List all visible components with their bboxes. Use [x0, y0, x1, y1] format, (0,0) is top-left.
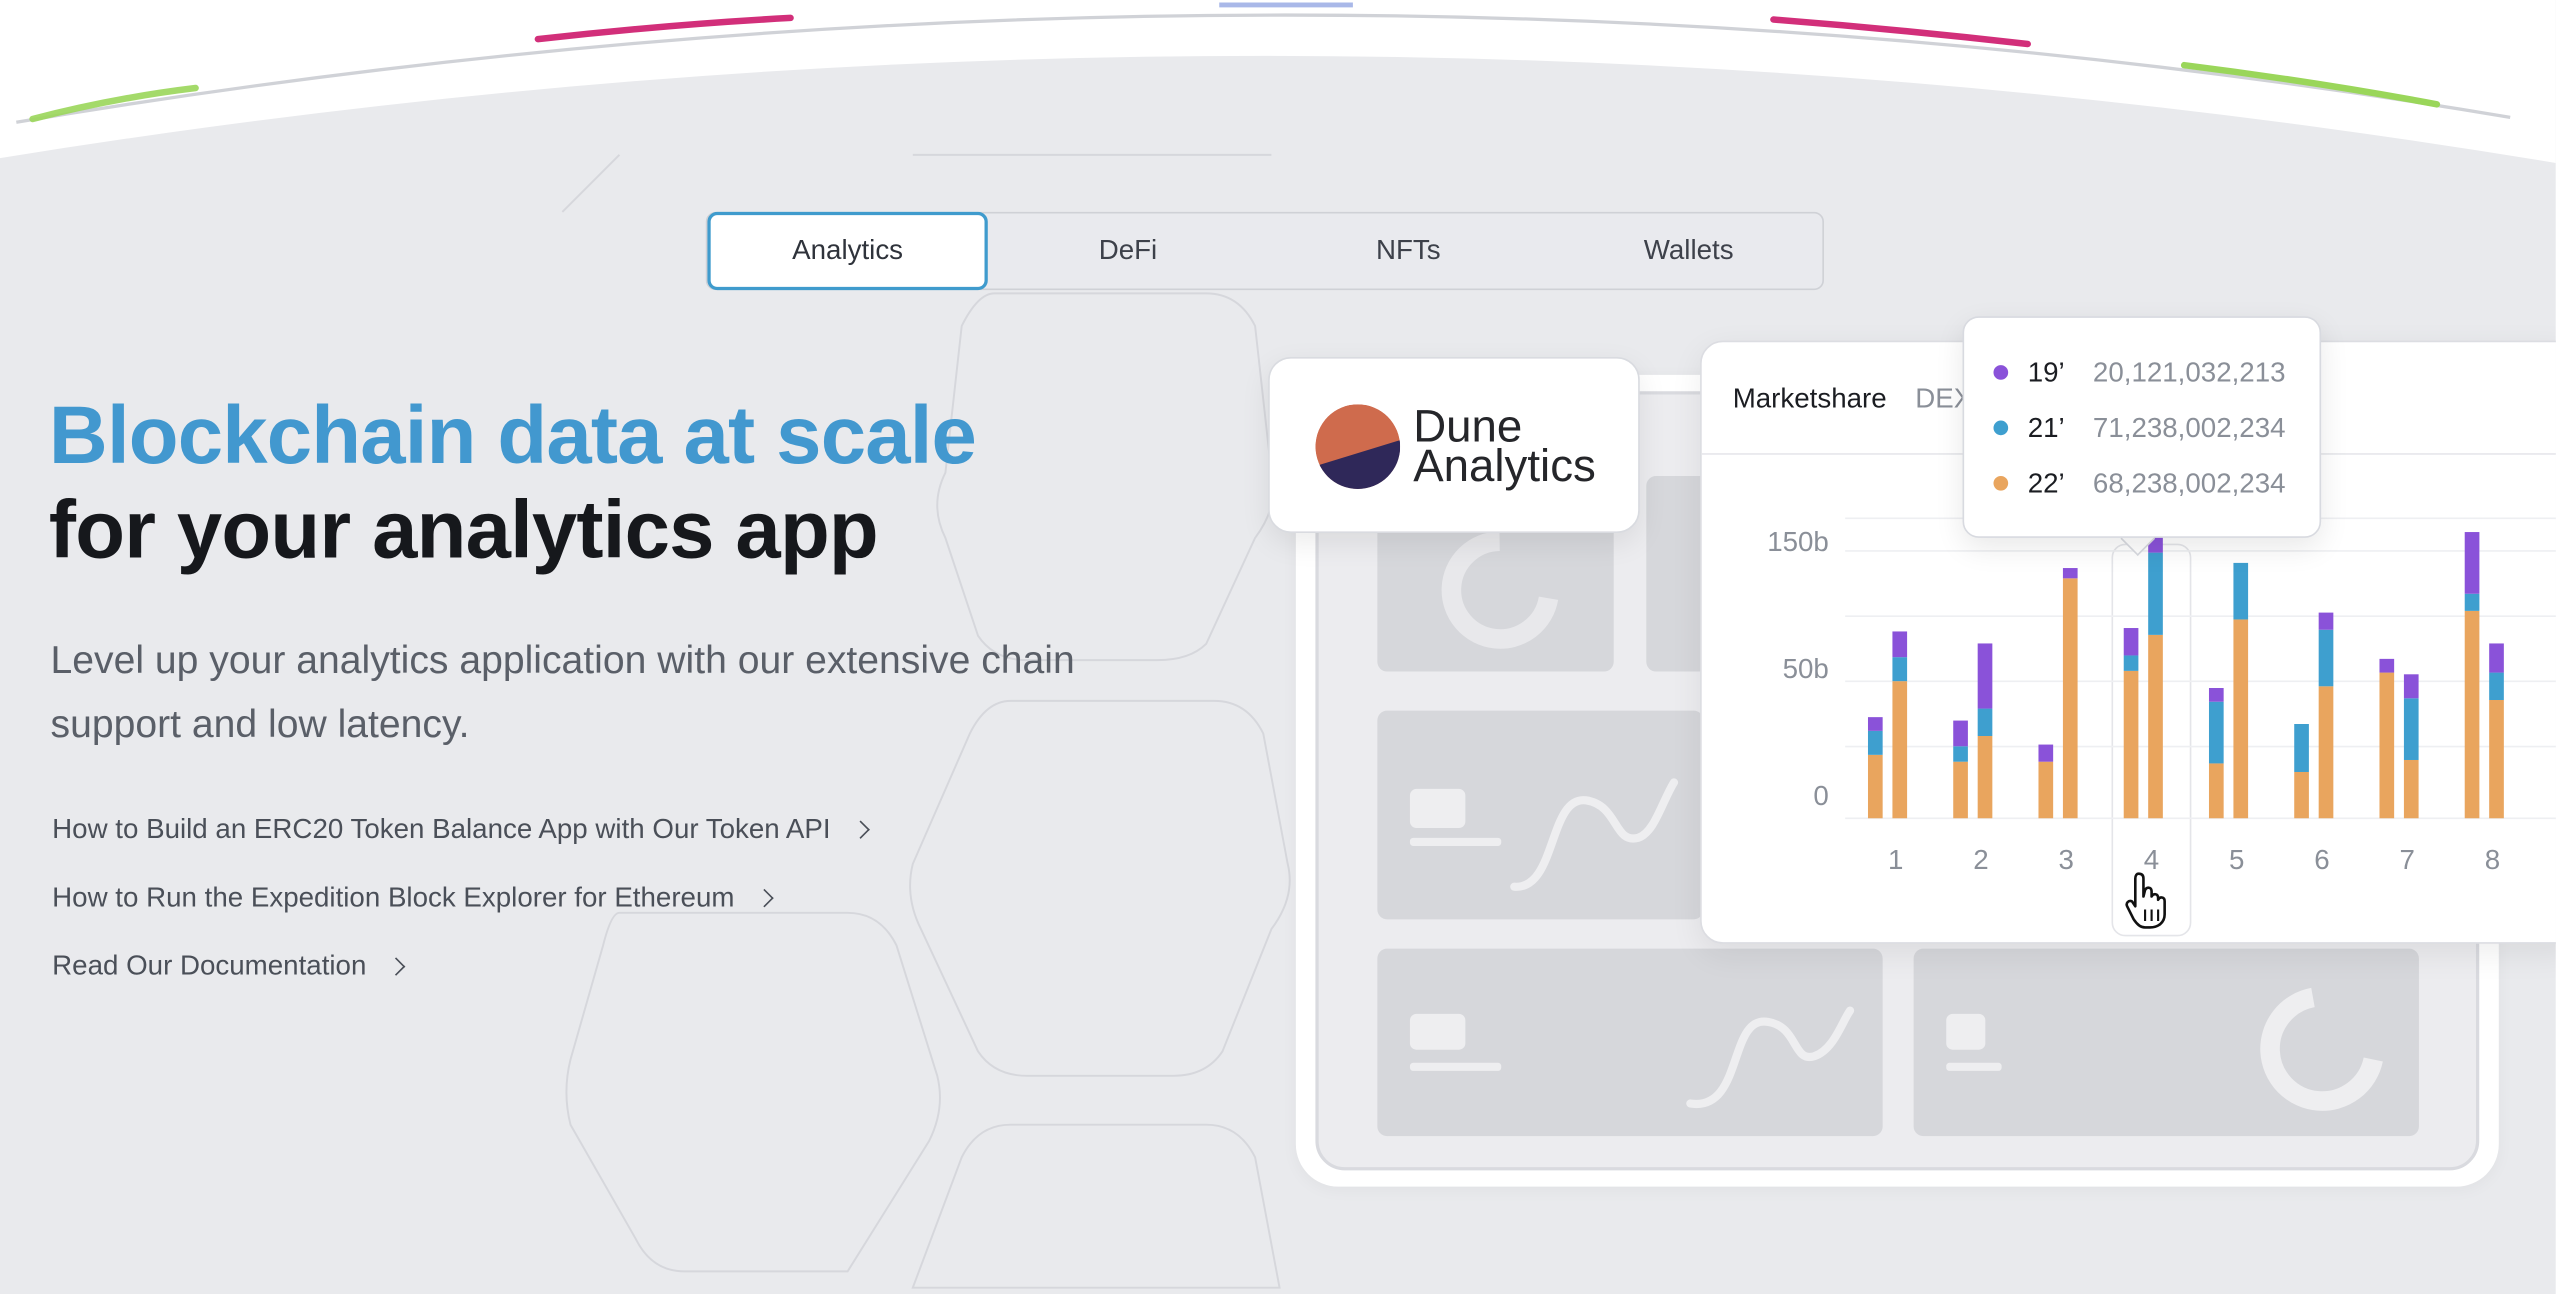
bar-segment [1867, 754, 1883, 819]
bar-segment [2148, 634, 2163, 819]
bar-segment [2379, 658, 2395, 673]
x-tick-label: 8 [2485, 844, 2500, 875]
link-label: How to Build an ERC20 Token Balance App … [52, 813, 831, 845]
hero-title-line2: for your analytics app [48, 484, 879, 576]
bar-segment [2148, 552, 2163, 635]
series-dot-icon [1993, 475, 2009, 491]
chevron-right-icon [386, 957, 405, 976]
bar-segment [1867, 717, 1883, 731]
bar-segment [2294, 723, 2309, 772]
chart-tooltip: 19’ 20,121,032,213 21’ 71,238,002,234 22’ 6… [1962, 316, 2322, 538]
bar-segment [1867, 730, 1883, 755]
bar-segment [2294, 771, 2309, 819]
bar-segment [2123, 655, 2139, 671]
bar-segment [2208, 763, 2224, 819]
chevron-right-icon [850, 820, 870, 839]
tooltip-value: 71,238,002,234 [2092, 412, 2286, 444]
donut-icon [1946, 987, 2383, 1111]
x-tick-label: 2 [1973, 844, 1988, 875]
y-tick-label: 150b [1767, 526, 1829, 557]
tab-defi[interactable]: DeFi [988, 212, 1268, 290]
tooltip-row: 19’ 20,121,032,213 [1993, 356, 2286, 390]
link-expedition-guide[interactable]: How to Run the Expedition Block Explorer… [52, 881, 774, 915]
tooltip-series: 21’ [2027, 412, 2065, 444]
link-documentation[interactable]: Read Our Documentation [52, 950, 405, 983]
bar-segment [1892, 631, 1908, 658]
bar-segment [2403, 674, 2419, 699]
bar-segment [1892, 681, 1908, 819]
tooltip-row: 22’ 68,238,002,234 [1993, 467, 2286, 501]
y-tick-label: 50b [1783, 653, 1829, 684]
bar-segment [1892, 657, 1908, 682]
tooltip-value: 68,238,002,234 [2092, 467, 2286, 499]
tooltip-row: 21’ 71,238,002,234 [1993, 412, 2286, 445]
bar-segment [2062, 578, 2078, 819]
bar-segment [2233, 619, 2249, 819]
bar-segment [1953, 761, 1968, 819]
sparkline-icon [1409, 1006, 1855, 1108]
bar-segment [2403, 759, 2419, 819]
bar-segment [1977, 708, 1993, 736]
link-label: How to Run the Expedition Block Explorer… [52, 881, 735, 913]
bar-segment [2123, 628, 2139, 656]
x-tick-label: 6 [2314, 844, 2329, 875]
bar-segment [2062, 568, 2078, 579]
bar-segment [2038, 744, 2054, 762]
placeholder-tile [1377, 710, 1704, 920]
series-dot-icon [1993, 365, 2009, 380]
x-tick-label: 7 [2399, 844, 2414, 875]
tooltip-series: 19’ [2027, 356, 2065, 388]
bar-segment [2489, 672, 2504, 701]
bar-segment [1977, 643, 1993, 709]
x-tick-label: 3 [2058, 844, 2073, 875]
bar-segment [2464, 610, 2480, 819]
hero-title-line1: Blockchain data at scale [48, 389, 977, 481]
bar-segment [2318, 686, 2334, 819]
dune-analytics-card: Dune Analytics [1268, 356, 1640, 534]
tab-wallets[interactable]: Wallets [1549, 212, 1829, 290]
bar-segment [2318, 629, 2334, 687]
sparkline-icon [1409, 778, 1679, 891]
tooltip-value: 20,121,032,213 [2092, 356, 2286, 388]
dune-wordmark-line2: Analytics [1413, 440, 1596, 491]
bar-segment [2464, 593, 2480, 611]
bar-segment [2038, 761, 2054, 819]
y-tick-label: 0 [1813, 780, 1828, 811]
bar-segment [2379, 672, 2395, 819]
bar-segment [2489, 643, 2504, 673]
tab-nfts[interactable]: NFTs [1268, 212, 1548, 290]
x-tick-label: 5 [2229, 844, 2244, 875]
x-tick-label: 1 [1888, 844, 1903, 875]
bar-segment [2208, 688, 2224, 702]
bar-segment [2123, 670, 2139, 819]
tooltip-series: 22’ [2027, 467, 2065, 499]
link-label: Read Our Documentation [52, 950, 367, 982]
bar-segment [1953, 746, 1968, 762]
bar-segment [2464, 532, 2480, 594]
bar-segment [1953, 720, 1968, 747]
bar-segment [2318, 612, 2334, 630]
bar-segment [2489, 700, 2504, 819]
bar-segment [2208, 701, 2224, 764]
bar-segment [2233, 562, 2249, 620]
hand-pointer-cursor-icon [2125, 872, 2166, 929]
series-dot-icon [1993, 420, 2009, 436]
chevron-right-icon [754, 888, 774, 908]
bar-segment [1977, 735, 1993, 819]
tab-bar: Analytics DeFi NFTs Wallets [705, 211, 1824, 291]
dune-logo [1315, 404, 1401, 489]
tab-analytics[interactable]: Analytics [707, 211, 988, 291]
hero-lead: Level up your analytics application with… [50, 638, 1075, 747]
bar-segment [2403, 698, 2419, 760]
link-erc20-guide[interactable]: How to Build an ERC20 Token Balance App … [52, 813, 870, 846]
placeholder-tile [1377, 948, 1883, 1137]
placeholder-tile [1913, 948, 2419, 1137]
